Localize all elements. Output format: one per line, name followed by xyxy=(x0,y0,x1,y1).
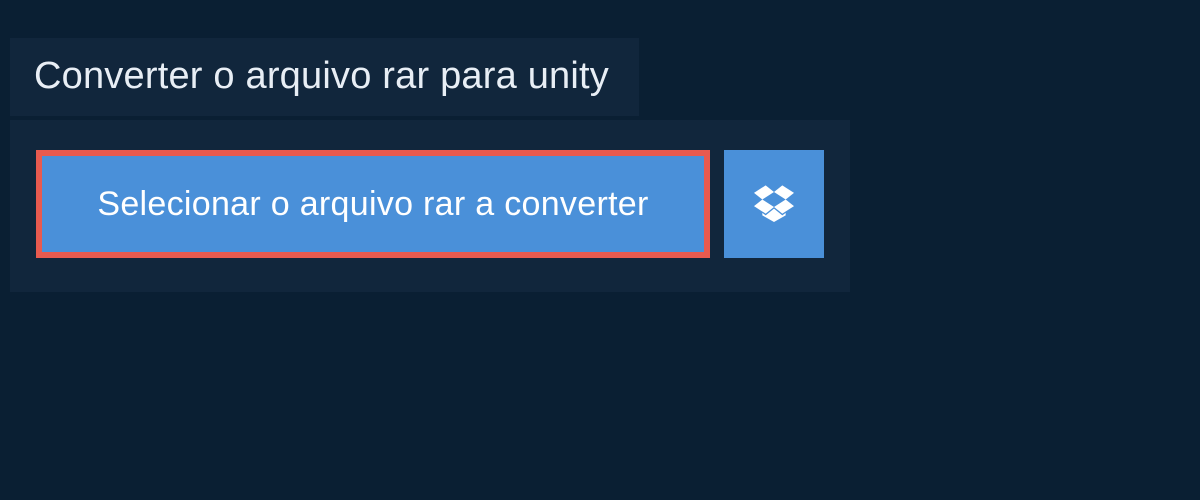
page-root: Converter o arquivo rar para unity Selec… xyxy=(0,0,1200,500)
button-row: Selecionar o arquivo rar a converter xyxy=(36,150,824,258)
select-file-button[interactable]: Selecionar o arquivo rar a converter xyxy=(36,150,710,258)
select-file-button-label: Selecionar o arquivo rar a converter xyxy=(97,185,648,224)
page-title: Converter o arquivo rar para unity xyxy=(10,38,639,116)
dropbox-button[interactable] xyxy=(724,150,824,258)
page-title-text: Converter o arquivo rar para unity xyxy=(34,55,609,97)
upload-panel: Selecionar o arquivo rar a converter xyxy=(10,120,850,292)
dropbox-icon xyxy=(754,182,794,227)
